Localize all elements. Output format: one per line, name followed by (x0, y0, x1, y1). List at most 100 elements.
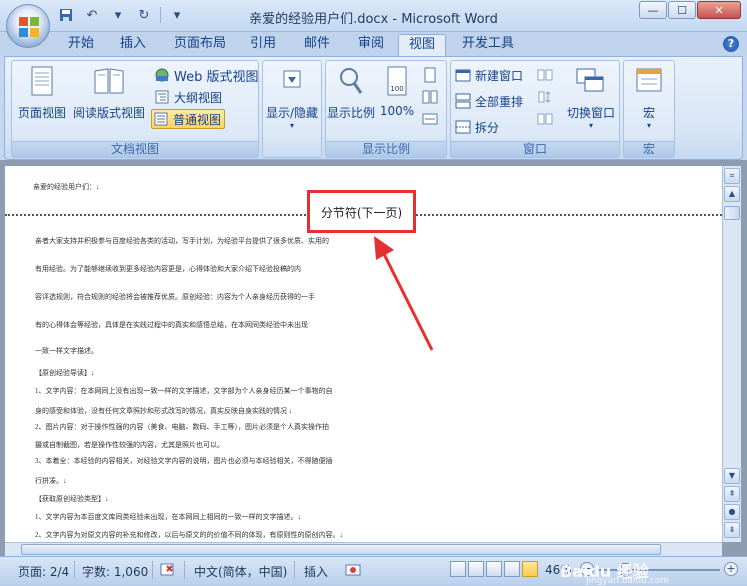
scroll-up-icon[interactable]: ▲ (724, 186, 740, 202)
horizontal-scrollbar[interactable] (5, 542, 722, 556)
split-button[interactable]: 拆分 (455, 117, 499, 137)
new-window-icon (455, 69, 471, 82)
doc-line: 亲者大家支持并积极参与百度经验各类的活动，写手计划，为经验平台提供了很多优质、实… (35, 237, 329, 245)
group-zoom: 显示比例 100 100% 显示比例 (325, 60, 447, 158)
page-width-button[interactable] (422, 109, 442, 129)
ribbon: 页面视图 阅读版式视图 Web 版式视图 大纲视图 普通视图 文档视图 显示/隐… (4, 56, 743, 160)
group-show-hide: 显示/隐藏 ▾ (262, 60, 322, 158)
baidu-watermark-url: jingyan.baidu.com (586, 576, 670, 586)
red-arrow-annotation (374, 236, 434, 351)
outline-view-button[interactable]: 大纲视图 (154, 87, 222, 107)
macros-button[interactable]: 宏 ▾ (624, 65, 674, 130)
magnifier-icon (340, 68, 363, 94)
switch-windows-button[interactable]: 切换窗口 ▾ (563, 65, 619, 130)
office-logo-icon (19, 17, 39, 37)
tab-view[interactable]: 视图 (398, 34, 447, 56)
split-label: 拆分 (475, 120, 500, 135)
reset-window-icon (537, 113, 553, 125)
switch-windows-label: 切换窗口 (566, 106, 615, 120)
scroll-down-icon[interactable]: ▼ (724, 468, 740, 484)
group-macros: 宏 ▾ 宏 (623, 60, 675, 158)
next-page-icon[interactable]: ⇟ (724, 522, 740, 538)
doc-line: 1、文字内容：在本网同上没有出现一致一样的文字描述，文字部为个人亲身经历某一个事… (35, 387, 333, 395)
ribbon-tabs: 开始 插入 页面布局 引用 邮件 审阅 视图 开发工具 ? (0, 32, 747, 56)
group-label-window: 窗口 (451, 141, 619, 157)
doc-line: 1、文字内容为本百度文库同类经验未出现，在本网同上相同的一致一样的文字描述。↓ (35, 513, 301, 521)
ruler-toggle-icon[interactable]: ⌗ (724, 168, 740, 184)
doc-line: 【获取原创经验类型】↓ (35, 495, 109, 503)
doc-line: 3、本着全：本经验的内容相关，对经验文字内容的说明，图片也必须与本经验相关，不得… (35, 457, 333, 465)
horizontal-scroll-thumb[interactable] (21, 544, 661, 555)
outline-view-label: 大纲视图 (174, 90, 223, 105)
page-view-button[interactable]: 页面视图 (16, 65, 68, 121)
outline-view-icon (155, 90, 169, 104)
vertical-scroll-thumb[interactable] (724, 206, 740, 220)
tab-home[interactable]: 开始 (58, 34, 104, 56)
tab-references[interactable]: 引用 (240, 34, 286, 56)
two-pages-button[interactable] (422, 87, 442, 107)
draft-view-icon (154, 112, 168, 126)
spelling-check-icon[interactable] (160, 563, 176, 580)
status-separator (74, 561, 75, 579)
one-page-icon (424, 67, 436, 83)
zoom-100-label: 100% (379, 104, 415, 118)
group-label-document-views: 文档视图 (12, 141, 258, 157)
one-page-button[interactable] (422, 65, 442, 85)
office-button[interactable] (6, 4, 50, 48)
reset-window-button[interactable] (537, 109, 557, 129)
tab-developer[interactable]: 开发工具 (452, 34, 524, 56)
outline-view-icon[interactable] (504, 561, 520, 577)
sync-scroll-button[interactable] (537, 87, 557, 107)
group-label-zoom: 显示比例 (326, 141, 446, 157)
browse-object-icon[interactable]: ● (724, 504, 740, 520)
tab-page-layout[interactable]: 页面布局 (164, 34, 236, 56)
arrange-all-label: 全部重排 (475, 94, 524, 109)
arrange-all-button[interactable]: 全部重排 (455, 91, 523, 111)
split-icon (455, 120, 471, 134)
doc-line: 【原创经验导读】↓ (35, 369, 95, 377)
new-window-button[interactable]: 新建窗口 (455, 65, 523, 85)
doc-line: 容评选规则，符合规则的经验将会被推荐优质。原创经验：内容为个人亲身经历获得的一手 (35, 293, 315, 301)
page-width-icon (422, 113, 438, 125)
tab-review[interactable]: 审阅 (348, 34, 394, 56)
view-side-by-side-button[interactable] (537, 65, 557, 85)
draft-view-label: 普通视图 (173, 112, 222, 127)
insert-mode[interactable]: 插入 (304, 563, 328, 580)
section-break-highlight: 分节符(下一页) (307, 190, 416, 233)
zoom-in-icon[interactable]: + (724, 562, 738, 576)
side-by-side-icon (537, 69, 553, 81)
draft-view-icon[interactable] (522, 561, 538, 577)
draft-view-button[interactable]: 普通视图 (151, 109, 226, 129)
doc-line: 有的心得体会等经验，具体是在实践过程中的真实和感悟总结，在本网同类经验中未出现 (35, 321, 308, 329)
tab-insert[interactable]: 插入 (110, 34, 156, 56)
group-document-views: 页面视图 阅读版式视图 Web 版式视图 大纲视图 普通视图 文档视图 (11, 60, 259, 158)
zoom-100-button[interactable]: 100 100% (376, 65, 418, 118)
doc-line: 一致一样文字描述。 (35, 347, 98, 355)
doc-line: 摄或自制截图，若是操作性较强的内容，尤其是照片也可以。 (35, 441, 224, 449)
page-view-label: 页面视图 (17, 106, 66, 120)
section-break-label: 分节符(下一页) (320, 206, 403, 220)
show-hide-button[interactable]: 显示/隐藏 ▾ (263, 65, 321, 130)
close-button[interactable]: ✕ (697, 1, 741, 19)
status-separator (294, 561, 295, 579)
page-count[interactable]: 页面: 2/4 (18, 563, 69, 580)
zoom-button[interactable]: 显示比例 (326, 65, 376, 121)
help-icon[interactable]: ? (723, 36, 739, 52)
reading-view-button[interactable]: 阅读版式视图 (70, 65, 148, 121)
web-layout-view-icon[interactable] (486, 561, 502, 577)
word-count[interactable]: 字数: 1,060 (82, 563, 148, 580)
vertical-scrollbar[interactable]: ⌗ ▲ ▼ ⇞ ● ⇟ (722, 166, 741, 542)
web-layout-button[interactable]: Web 版式视图 (154, 65, 258, 85)
tab-mailings[interactable]: 邮件 (294, 34, 340, 56)
previous-page-icon[interactable]: ⇞ (724, 486, 740, 502)
maximize-button[interactable]: ☐ (668, 1, 696, 19)
print-layout-view-icon[interactable] (450, 561, 466, 577)
language-indicator[interactable]: 中文(简体，中国) (194, 563, 287, 580)
macros-icon (636, 68, 662, 92)
full-screen-reading-view-icon[interactable] (468, 561, 484, 577)
zoom-label: 显示比例 (326, 106, 375, 120)
minimize-button[interactable]: — (639, 1, 667, 19)
show-hide-dropdown-icon: ▾ (289, 121, 294, 130)
show-hide-icon (283, 70, 301, 88)
macro-record-icon[interactable] (345, 563, 361, 580)
